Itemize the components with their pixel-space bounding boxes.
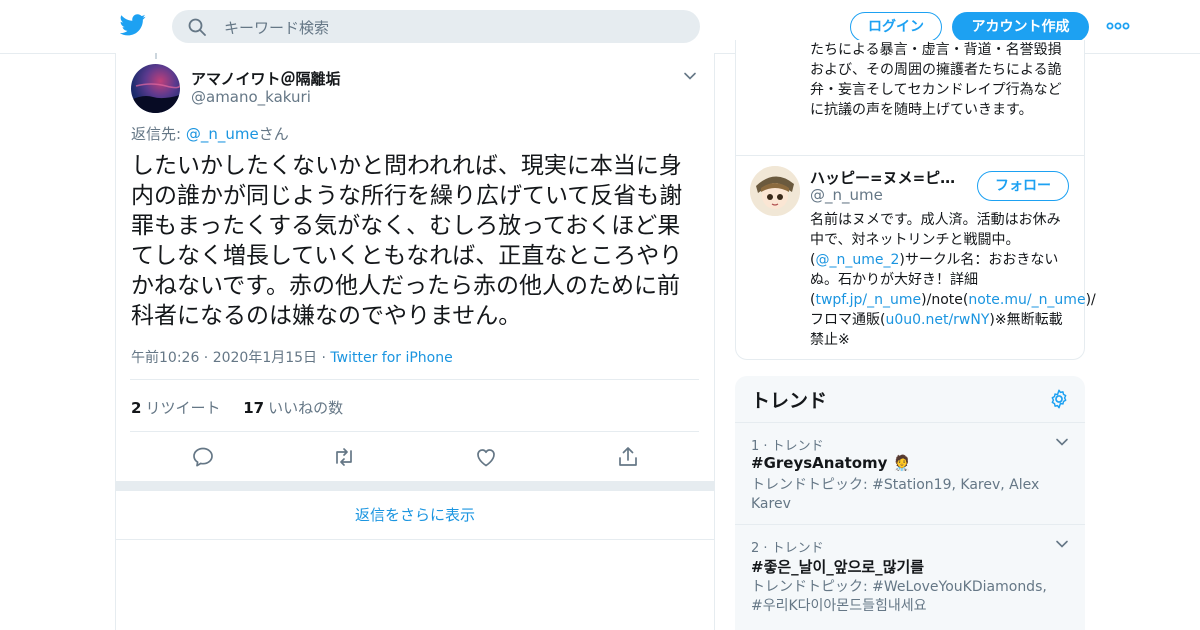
author-handle[interactable]: @amano_kakuri	[191, 88, 311, 106]
user-bio: 名前はヌメです。成人済。活動はお休み中で、対ネットリンチと戦闘中。(@_n_um…	[810, 210, 1096, 350]
user-bio-partial: たちによる暴言・虚言・背道・名誉毀損および、その周囲の擁護者たちによる詭弁・妄言…	[810, 42, 1062, 118]
author-name[interactable]: アマノイワト＠隔離垢	[191, 68, 341, 89]
divider	[130, 431, 699, 432]
signup-button[interactable]: アカウント作成	[952, 12, 1089, 42]
avatar-character-image	[750, 166, 800, 216]
retweet-count: 2	[131, 399, 142, 417]
twitter-bird-icon[interactable]	[120, 14, 146, 36]
trends-title: トレンド	[751, 390, 828, 412]
like-count: 17	[243, 399, 265, 417]
tweet-meta: 午前10:26 · 2020年1月15日 · Twitter for iPhon…	[131, 347, 453, 367]
trend-description: トレンドトピック: #WeLoveYouKDiamonds, #우리K다이아몬드…	[751, 579, 1047, 614]
bio-link[interactable]: @_n_ume_2	[815, 252, 899, 268]
tweet-stats: 2 リツイート 17 いいねの数	[131, 397, 361, 418]
avatar[interactable]	[131, 64, 180, 113]
reply-to-line: 返信先: @_n_umeさん	[131, 123, 289, 144]
trends-card: トレンド 1 · トレンド #GreysAnatomy 🧑‍⚕️ トレンドトピッ…	[735, 376, 1085, 630]
trend-description: トレンドトピック: #Station19, Karev, Alex Karev	[751, 477, 1040, 512]
tweet-timestamp[interactable]: 午前10:26 · 2020年1月15日	[131, 350, 317, 366]
chevron-down-icon[interactable]	[1055, 537, 1069, 551]
chevron-down-icon[interactable]	[1055, 435, 1069, 449]
search-input[interactable]	[222, 10, 686, 45]
user-handle[interactable]: @_n_ume	[810, 186, 883, 204]
more-dots-icon[interactable]	[1106, 18, 1130, 34]
follow-button[interactable]: フォロー	[977, 171, 1069, 201]
trend-item[interactable]: 2 · トレンド #좋은_날이_앞으로_많기를 トレンドトピック: #WeLov…	[735, 524, 1085, 629]
bio-link[interactable]: twpf.jp/_n_ume	[815, 292, 921, 308]
bio-text: )/note(	[921, 292, 969, 308]
avatar-sky-image	[131, 83, 180, 113]
trend-item[interactable]: 1 · トレンド #GreysAnatomy 🧑‍⚕️ トレンドトピック: #S…	[735, 422, 1085, 525]
bio-link[interactable]: u0u0.net/rwNY	[885, 312, 989, 328]
login-button[interactable]: ログイン	[850, 12, 942, 42]
divider	[130, 379, 699, 380]
trend-rank: 2 · トレンド	[751, 541, 824, 556]
reply-prefix: 返信先:	[131, 125, 186, 143]
chevron-down-icon[interactable]	[683, 69, 697, 83]
reply-icon[interactable]	[191, 445, 215, 469]
search-box[interactable]	[172, 10, 700, 45]
user-name[interactable]: ハッピー=ヌメ=ピギ…	[810, 167, 970, 188]
share-icon[interactable]	[616, 445, 640, 469]
related-users-card: たちによる暴言・虚言・背道・名誉毀損および、その周囲の擁護者たちによる詭弁・妄言…	[735, 40, 1096, 360]
retweet-stat[interactable]: 2 リツイート	[131, 399, 220, 417]
gear-icon[interactable]	[1048, 388, 1070, 410]
tweet-detail-column: アマノイワト＠隔離垢 @amano_kakuri 返信先: @_n_umeさん …	[115, 53, 715, 630]
like-stat[interactable]: 17 いいねの数	[243, 399, 343, 417]
reply-suffix: さん	[258, 125, 289, 143]
retweet-label: リツイート	[145, 399, 221, 417]
reply-to-link[interactable]: @_n_ume	[186, 125, 259, 143]
trend-hashtag[interactable]: #좋은_날이_앞으로_많기를	[751, 556, 924, 577]
show-more-replies-link[interactable]: 返信をさらに表示	[116, 491, 714, 540]
avatar[interactable]	[750, 166, 800, 216]
meta-separator: ·	[317, 350, 331, 366]
like-label: いいねの数	[268, 399, 344, 417]
tweet-text: したいかしたくないかと問われれば、現実に本当に身内の誰かが同じような所行を繰り広…	[131, 153, 683, 329]
divider	[736, 155, 1084, 156]
via-client-link[interactable]: Twitter for iPhone	[330, 350, 452, 366]
trend-rank: 1 · トレンド	[751, 439, 824, 454]
search-icon	[188, 18, 206, 36]
bio-link[interactable]: note.mu/_n_ume	[968, 292, 1085, 308]
trend-hashtag[interactable]: #GreysAnatomy 🧑‍⚕️	[751, 454, 911, 472]
retweet-icon[interactable]	[332, 445, 356, 469]
like-heart-icon[interactable]	[474, 445, 498, 469]
thread-connector	[155, 53, 157, 59]
section-separator	[116, 481, 714, 491]
